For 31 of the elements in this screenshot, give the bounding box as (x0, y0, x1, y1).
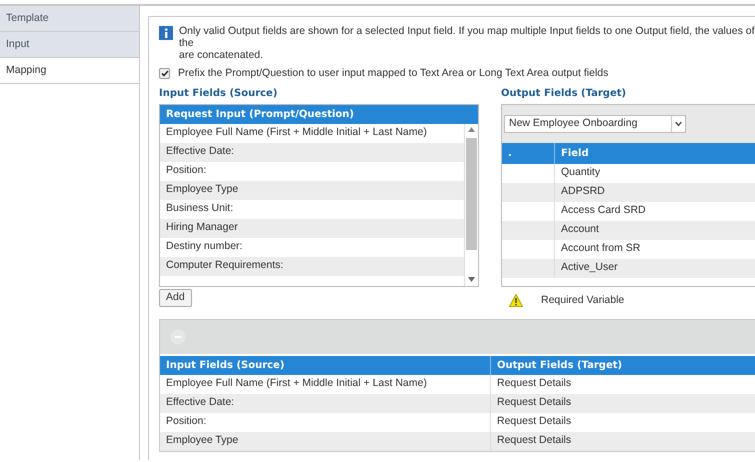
info-text: are concatenated. (179, 49, 264, 61)
table-cell: Employee Type (160, 432, 491, 450)
sidebar-tab[interactable]: Input (0, 32, 139, 58)
section-title: Output Fields (Target) (501, 86, 628, 101)
table-cell-text: Request Details (496, 414, 572, 430)
scroll-thumb[interactable] (466, 138, 477, 250)
table-cell[interactable]: Quantity (555, 164, 755, 183)
column-header: Output Fields (Target) (496, 358, 624, 372)
table-cell[interactable]: Access Card SRD (555, 202, 755, 221)
list-item[interactable]: Effective Date: (160, 142, 464, 162)
scroll-down-icon[interactable] (468, 276, 475, 282)
table-cell-text: Request Details (496, 376, 572, 392)
prefix-checkbox[interactable] (159, 68, 170, 80)
prefix-label: Prefix the Prompt/Question to user input mapped to Text Area or Long Text Area output fields (178, 66, 608, 81)
column-header: Field (560, 146, 590, 161)
table-cell-text: Request Details (496, 433, 572, 448)
template-dropdown[interactable]: New Employee Onboarding (504, 114, 686, 133)
scrollbar[interactable] (464, 124, 478, 286)
scroll-up-icon[interactable] (468, 126, 475, 132)
add-button[interactable]: Add (159, 288, 192, 307)
column-header: Request Input (Prompt/Question) (160, 104, 478, 124)
section-title: Input Fields (Source) (159, 86, 278, 101)
warning-icon (509, 294, 523, 308)
list-item[interactable]: Computer Requirements: (160, 256, 464, 276)
table-cell-text: Request Details (496, 395, 572, 410)
list-item[interactable]: Hiring Manager (160, 218, 464, 238)
list-item[interactable]: Employee Type (160, 180, 464, 200)
table-cell[interactable]: Account from SR (555, 240, 755, 259)
legend-text: Required Variable (541, 292, 624, 308)
info-icon (159, 26, 173, 40)
sidebar-tab[interactable]: Template (0, 6, 139, 32)
